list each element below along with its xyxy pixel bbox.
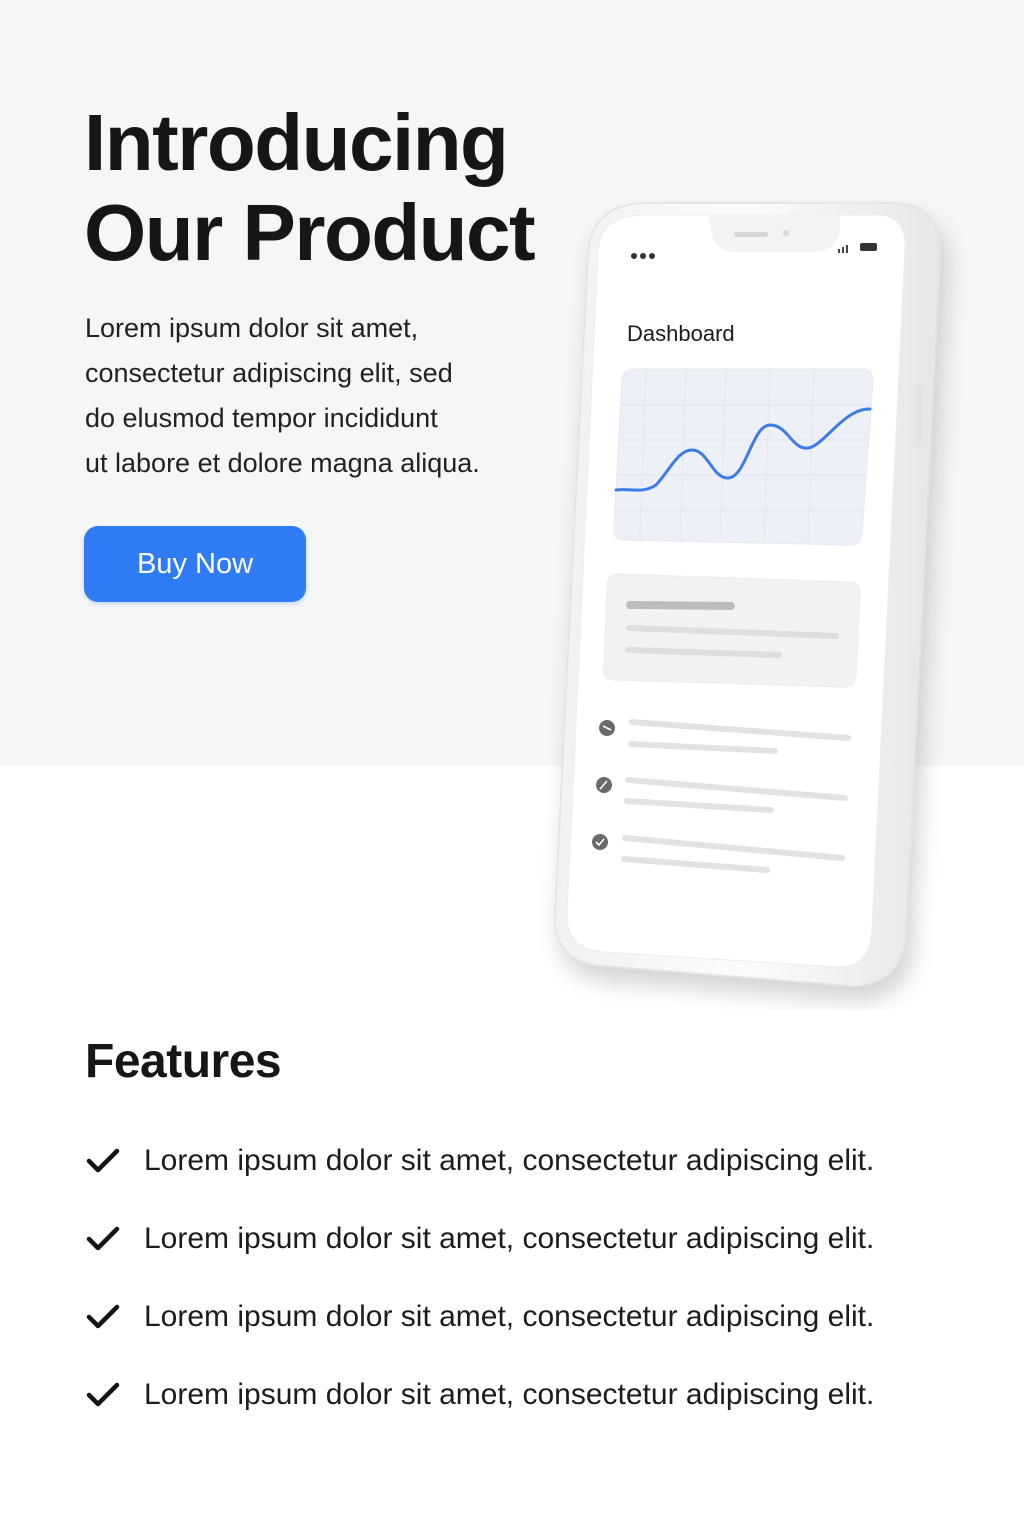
checkmark-icon <box>86 1382 120 1407</box>
feature-text: Lorem ipsum dolor sit amet, consectetur … <box>144 1222 875 1255</box>
hero-description-line: ut labore et dolore magna aliqua. <box>85 448 480 478</box>
checkmark-icon <box>86 1226 120 1251</box>
buy-now-button[interactable]: Buy Now <box>84 526 306 602</box>
hero-description-line: consectetur adipiscing elit, sed <box>85 358 453 388</box>
hero-title-line: Introducing <box>84 98 509 187</box>
hero-description: Lorem ipsum dolor sit amet, consectetur … <box>85 306 555 486</box>
landing-page: Introducing Our Product Lorem ipsum dolo… <box>0 0 1024 1536</box>
features-list: Lorem ipsum dolor sit amet, consectetur … <box>84 1122 984 1434</box>
feature-text: Lorem ipsum dolor sit amet, consectetur … <box>144 1378 875 1411</box>
phone-list-item <box>592 834 845 873</box>
hero-title-line: Our Product <box>84 188 536 277</box>
check-circle-icon <box>592 834 608 850</box>
feature-item: Lorem ipsum dolor sit amet, consectetur … <box>84 1200 984 1278</box>
feature-item: Lorem ipsum dolor sit amet, consectetur … <box>84 1122 984 1200</box>
hero-description-line: do elusmod tempor incididunt <box>85 403 438 433</box>
hero-description-line: Lorem ipsum dolor sit amet, <box>85 313 419 343</box>
feature-text: Lorem ipsum dolor sit amet, consectetur … <box>144 1300 875 1333</box>
checkmark-icon <box>86 1148 120 1173</box>
checkmark-icon <box>86 1304 120 1329</box>
features-title: Features <box>85 1035 282 1088</box>
feature-item: Lorem ipsum dolor sit amet, consectetur … <box>84 1278 984 1356</box>
hero-title: Introducing Our Product <box>84 98 604 278</box>
phone-list-item <box>596 777 848 813</box>
feature-text: Lorem ipsum dolor sit amet, consectetur … <box>144 1144 875 1177</box>
edit-circle-icon <box>596 777 612 793</box>
feature-item: Lorem ipsum dolor sit amet, consectetur … <box>84 1356 984 1434</box>
